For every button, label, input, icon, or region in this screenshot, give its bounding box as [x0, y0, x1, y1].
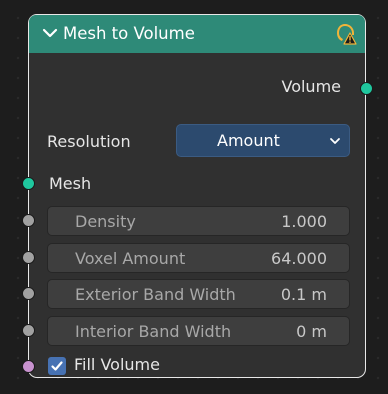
- output-socket-volume[interactable]: [360, 82, 373, 95]
- exterior-band-width-field[interactable]: Exterior Band Width 0.1 m: [47, 279, 350, 309]
- field-label: Interior Band Width: [75, 322, 232, 341]
- checkmark-icon: [51, 361, 63, 371]
- input-socket-interior-band-width[interactable]: [22, 324, 35, 337]
- field-value: 1.000: [281, 212, 327, 231]
- fill-volume-label: Fill Volume: [74, 355, 160, 374]
- field-label: Exterior Band Width: [75, 285, 236, 304]
- node-title: Mesh to Volume: [63, 24, 195, 43]
- mesh-to-volume-node[interactable]: Mesh to Volume Volume Resolution Amount …: [22, 14, 373, 378]
- input-socket-exterior-band-width[interactable]: [22, 287, 35, 300]
- field-value: 0 m: [296, 322, 327, 341]
- node-header[interactable]: Mesh to Volume: [29, 15, 365, 53]
- output-label-volume: Volume: [281, 77, 341, 96]
- resolution-dropdown[interactable]: Amount: [176, 124, 350, 157]
- chevron-down-icon[interactable]: [41, 24, 59, 42]
- warning-icon[interactable]: [335, 22, 357, 46]
- voxel-amount-field[interactable]: Voxel Amount 64.000: [47, 243, 350, 273]
- input-socket-density[interactable]: [22, 214, 35, 227]
- resolution-dropdown-value: Amount: [217, 131, 280, 150]
- input-socket-voxel-amount[interactable]: [22, 251, 35, 264]
- interior-band-width-field[interactable]: Interior Band Width 0 m: [47, 316, 350, 346]
- input-label-mesh: Mesh: [49, 174, 92, 193]
- field-label: Density: [75, 212, 136, 231]
- fill-volume-checkbox[interactable]: [48, 357, 66, 375]
- resolution-label: Resolution: [47, 132, 131, 151]
- field-value: 0.1 m: [280, 285, 327, 304]
- density-field[interactable]: Density 1.000: [47, 206, 350, 236]
- node-body: Volume Resolution Amount Mesh Density 1.…: [22, 53, 373, 377]
- field-value: 64.000: [271, 249, 327, 268]
- field-label: Voxel Amount: [75, 249, 186, 268]
- chevron-down-icon: [330, 138, 340, 144]
- input-socket-fill-volume[interactable]: [22, 360, 35, 373]
- input-socket-mesh[interactable]: [22, 177, 35, 190]
